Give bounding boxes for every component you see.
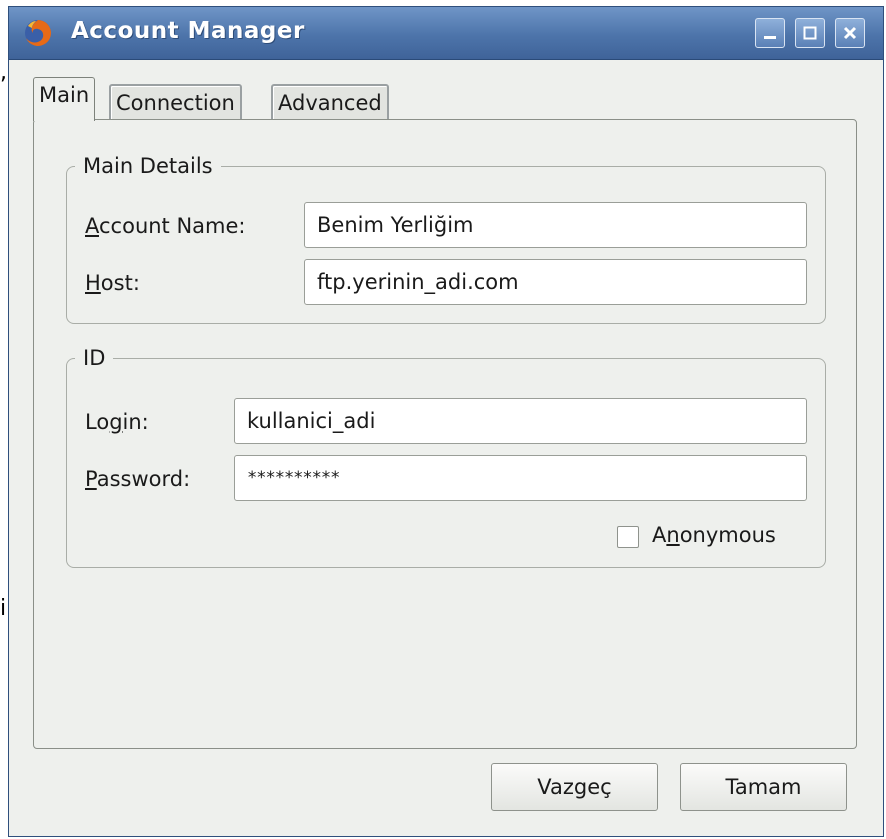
anonymous-checkbox[interactable] xyxy=(617,526,639,548)
maximize-button[interactable] xyxy=(795,18,825,48)
close-button[interactable] xyxy=(835,18,865,48)
login-input[interactable]: kullanici_adi xyxy=(234,398,807,444)
ok-button[interactable]: Tamam xyxy=(680,763,847,811)
cancel-button[interactable]: Vazgeç xyxy=(491,763,658,811)
minimize-button[interactable] xyxy=(755,18,785,48)
host-input[interactable]: ftp.yerinin_adi.com xyxy=(304,259,807,305)
firefox-icon xyxy=(25,20,51,46)
tab-advanced[interactable]: Advanced xyxy=(271,84,389,122)
host-label: Host: xyxy=(85,271,140,295)
password-label: Password: xyxy=(85,467,191,491)
account-manager-window: Account Manager Main Connection Advanced… xyxy=(8,6,884,837)
tab-main[interactable]: Main xyxy=(33,77,96,121)
background-fragment: , xyxy=(0,60,7,85)
account-name-label: Account Name: xyxy=(85,214,246,238)
id-legend: ID xyxy=(83,346,106,370)
password-input[interactable]: ********** xyxy=(234,455,807,501)
close-icon xyxy=(843,26,857,40)
account-name-input[interactable]: Benim Yerliğim xyxy=(304,202,807,248)
main-tab-panel: Main Details Account Name: Benim Yerliği… xyxy=(33,119,857,749)
login-label: Login: xyxy=(85,410,149,434)
main-details-legend: Main Details xyxy=(83,154,213,178)
anonymous-label[interactable]: Anonymous xyxy=(652,523,776,547)
background-fragment: i xyxy=(0,596,7,621)
window-title: Account Manager xyxy=(71,18,305,44)
maximize-icon xyxy=(803,26,817,40)
title-bar[interactable]: Account Manager xyxy=(9,7,883,60)
tab-connection[interactable]: Connection xyxy=(109,84,242,122)
minimize-icon xyxy=(764,36,776,39)
